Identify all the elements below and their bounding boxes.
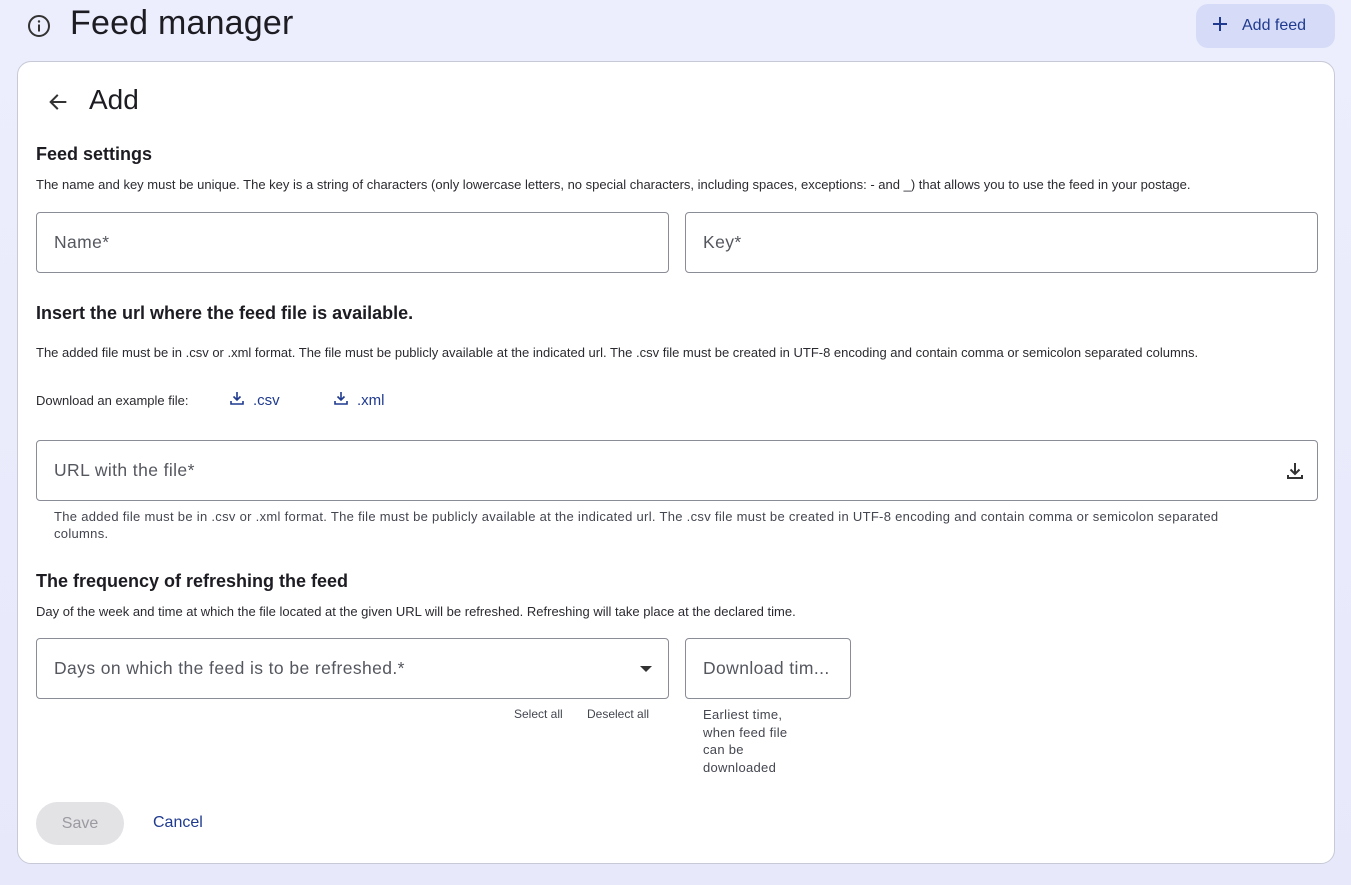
add-feed-label: Add feed [1242, 17, 1307, 34]
name-placeholder: Name [54, 232, 103, 252]
url-helper-text: The added file must be in .csv or .xml f… [54, 509, 1219, 541]
required-mark: * [102, 232, 110, 252]
top-bar: Feed manager Add feed [0, 0, 1351, 52]
name-field[interactable]: Name * [36, 212, 669, 273]
download-icon [229, 390, 245, 410]
download-icon[interactable] [1283, 459, 1307, 483]
download-csv-link[interactable]: .csv [229, 390, 280, 410]
time-placeholder: Download tim... [703, 658, 830, 678]
url-field[interactable]: URL with the file * [36, 440, 1318, 501]
info-icon[interactable] [27, 14, 51, 38]
save-button[interactable]: Save [36, 802, 124, 845]
frequency-description: Day of the week and time at which the fi… [36, 604, 796, 619]
required-mark: * [734, 232, 742, 252]
download-xml-link[interactable]: .xml [333, 390, 385, 410]
page-title: Feed manager [70, 4, 294, 42]
download-icon [333, 390, 349, 410]
deselect-all-link[interactable]: Deselect all [587, 707, 649, 721]
cancel-button[interactable]: Cancel [153, 814, 203, 832]
days-select[interactable]: Days on which the feed is to be refreshe… [36, 638, 669, 699]
add-feed-card: Add Feed settings The name and key must … [17, 61, 1335, 864]
url-section-description: The added file must be in .csv or .xml f… [36, 345, 1199, 360]
download-time-field[interactable]: Download tim... [685, 638, 851, 699]
select-all-link[interactable]: Select all [514, 707, 563, 721]
feed-settings-description: The name and key must be unique. The key… [36, 177, 1191, 192]
csv-link-label: .csv [253, 391, 280, 409]
feed-settings-title: Feed settings [36, 144, 153, 164]
url-section-title: Insert the url where the feed file is av… [36, 303, 414, 323]
required-mark: * [397, 658, 405, 678]
required-mark: * [187, 460, 195, 480]
card-title: Add [89, 84, 139, 115]
key-placeholder: Key [703, 232, 735, 252]
download-example-label: Download an example file: [36, 393, 189, 408]
arrow-back-icon[interactable] [46, 90, 70, 114]
frequency-title: The frequency of refreshing the feed [36, 571, 349, 591]
key-field[interactable]: Key * [685, 212, 1318, 273]
plus-icon [1212, 16, 1228, 37]
days-placeholder: Days on which the feed is to be refreshe… [54, 658, 398, 678]
url-placeholder: URL with the file [54, 460, 188, 480]
add-feed-button[interactable]: Add feed [1196, 4, 1335, 48]
caret-down-icon [640, 666, 652, 672]
xml-link-label: .xml [357, 391, 385, 409]
time-helper-text: Earliest time, when feed file can be dow… [703, 707, 788, 775]
